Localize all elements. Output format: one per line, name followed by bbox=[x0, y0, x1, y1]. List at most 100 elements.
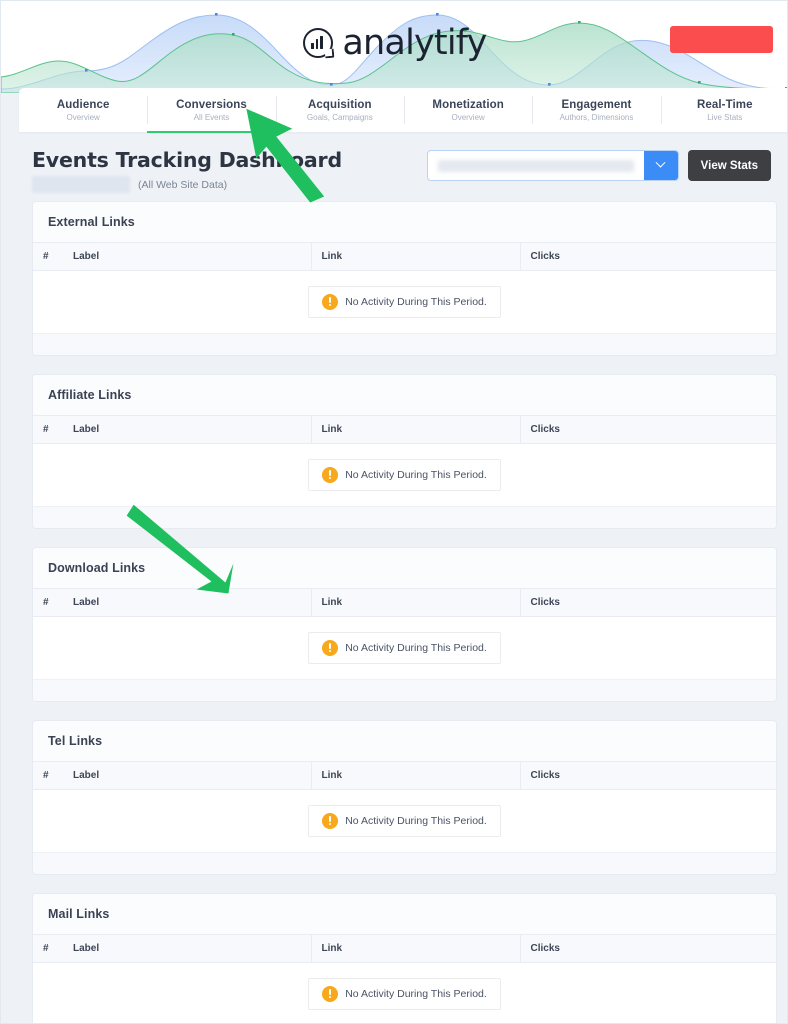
view-stats-button[interactable]: View Stats bbox=[687, 150, 771, 181]
tab-audience[interactable]: Audience Overview bbox=[19, 88, 147, 132]
card-tel-links-footer bbox=[33, 852, 776, 874]
card-tel-links-header: Tel Links bbox=[33, 721, 776, 762]
card-affiliate-links-footer bbox=[33, 506, 776, 528]
empty-state-message: No Activity During This Period. bbox=[345, 295, 487, 308]
column-header-label: Label bbox=[63, 935, 312, 963]
card-tel-links: Tel Links # Label Link Clicks No Activit bbox=[32, 720, 777, 875]
tab-conversions-title: Conversions bbox=[176, 98, 247, 111]
tab-audience-subtitle: Overview bbox=[66, 112, 100, 122]
affiliate-links-table: # Label Link Clicks No Activity During T… bbox=[33, 416, 776, 506]
logo-wordmark: analytify bbox=[342, 23, 487, 63]
profile-select-value[interactable] bbox=[428, 151, 644, 180]
tab-conversions-subtitle: All Events bbox=[193, 112, 230, 122]
table-empty-row: No Activity During This Period. bbox=[33, 962, 776, 1023]
card-download-links-footer bbox=[33, 679, 776, 701]
table-empty-row: No Activity During This Period. bbox=[33, 443, 776, 506]
analytify-circle-barchart-icon bbox=[303, 28, 335, 59]
hero-banner: analytify bbox=[1, 1, 787, 93]
tab-real-time-subtitle: Live Stats bbox=[707, 112, 743, 122]
column-header-label: Label bbox=[63, 762, 312, 790]
column-header-link: Link bbox=[311, 416, 521, 444]
card-external-links-header: External Links bbox=[33, 202, 776, 243]
profile-select-value-redacted bbox=[437, 159, 634, 172]
events-cards-list: External Links # Label Link Clicks No Ac bbox=[20, 201, 787, 1023]
warning-exclamation-icon bbox=[322, 812, 339, 829]
card-tel-links-title: Tel Links bbox=[48, 734, 103, 748]
tab-acquisition-title: Acquisition bbox=[307, 98, 372, 111]
tab-acquisition[interactable]: Acquisition Goals, Campaigns bbox=[275, 88, 404, 132]
card-download-links-header: Download Links bbox=[33, 548, 776, 589]
card-affiliate-links: Affiliate Links # Label Link Clicks No A bbox=[32, 374, 777, 529]
warning-exclamation-icon bbox=[322, 639, 339, 656]
tab-audience-title: Audience bbox=[56, 98, 110, 111]
tab-engagement-title: Engagement bbox=[561, 98, 632, 111]
card-affiliate-links-header: Affiliate Links bbox=[33, 375, 776, 416]
table-header-row: # Label Link Clicks bbox=[33, 243, 776, 271]
tab-monetization[interactable]: Monetization Overview bbox=[403, 88, 532, 132]
table-header-row: # Label Link Clicks bbox=[33, 416, 776, 444]
empty-state-message: No Activity During This Period. bbox=[345, 987, 487, 1000]
column-header-index: # bbox=[33, 589, 63, 617]
empty-state-pill: No Activity During This Period. bbox=[308, 977, 501, 1010]
empty-state-message: No Activity During This Period. bbox=[345, 641, 487, 654]
card-mail-links-title: Mail Links bbox=[48, 907, 110, 921]
card-mail-links: Mail Links # Label Link Clicks No Activi bbox=[32, 893, 777, 1023]
dashboard-header-row: Events Tracking Dashboard (All Web Site … bbox=[20, 132, 787, 201]
chevron-down-icon bbox=[655, 157, 666, 168]
tab-real-time[interactable]: Real-Time Live Stats bbox=[660, 88, 787, 132]
column-header-index: # bbox=[33, 762, 63, 790]
table-header-row: # Label Link Clicks bbox=[33, 762, 776, 790]
tel-links-table: # Label Link Clicks No Activity During T… bbox=[33, 762, 776, 852]
column-header-index: # bbox=[33, 416, 63, 444]
column-header-index: # bbox=[33, 243, 63, 271]
warning-exclamation-icon bbox=[322, 985, 339, 1002]
table-header-row: # Label Link Clicks bbox=[33, 935, 776, 963]
warning-exclamation-icon bbox=[322, 466, 339, 483]
tab-engagement[interactable]: Engagement Authors, Dimensions bbox=[532, 88, 660, 132]
warning-exclamation-icon bbox=[322, 293, 339, 310]
tab-conversions[interactable]: Conversions All Events bbox=[147, 88, 276, 133]
column-header-link: Link bbox=[311, 762, 521, 790]
analytify-dashboard-page: analytify Audience Overview Conversions … bbox=[0, 0, 788, 1024]
mail-links-table: # Label Link Clicks No Activity During T… bbox=[33, 935, 776, 1023]
column-header-clicks: Clicks bbox=[520, 762, 776, 790]
column-header-index: # bbox=[33, 935, 63, 963]
card-external-links: External Links # Label Link Clicks No Ac bbox=[32, 201, 777, 356]
main-navigation: Audience Overview Conversions All Events… bbox=[19, 88, 787, 133]
dashboard-controls: View Stats bbox=[426, 150, 771, 181]
column-header-link: Link bbox=[311, 935, 521, 963]
tab-engagement-subtitle: Authors, Dimensions bbox=[559, 112, 634, 122]
table-empty-row: No Activity During This Period. bbox=[33, 789, 776, 852]
profile-select[interactable] bbox=[426, 150, 679, 181]
card-external-links-title: External Links bbox=[48, 215, 135, 229]
card-download-links-title: Download Links bbox=[48, 561, 146, 575]
table-empty-row: No Activity During This Period. bbox=[33, 270, 776, 333]
download-links-table: # Label Link Clicks No Activity During T… bbox=[33, 589, 776, 679]
table-empty-row: No Activity During This Period. bbox=[33, 616, 776, 679]
profile-select-toggle[interactable] bbox=[643, 151, 678, 180]
empty-state-pill: No Activity During This Period. bbox=[308, 631, 501, 664]
card-external-links-footer bbox=[33, 333, 776, 355]
tab-monetization-title: Monetization bbox=[432, 98, 504, 111]
column-header-clicks: Clicks bbox=[520, 935, 776, 963]
tab-acquisition-subtitle: Goals, Campaigns bbox=[306, 112, 373, 122]
column-header-label: Label bbox=[63, 589, 312, 617]
card-affiliate-links-title: Affiliate Links bbox=[48, 388, 132, 402]
redaction-overlay bbox=[670, 26, 773, 53]
tab-real-time-title: Real-Time bbox=[696, 98, 753, 111]
empty-state-message: No Activity During This Period. bbox=[345, 814, 487, 827]
card-mail-links-header: Mail Links bbox=[33, 894, 776, 935]
column-header-label: Label bbox=[63, 416, 312, 444]
column-header-link: Link bbox=[311, 589, 521, 617]
card-download-links: Download Links # Label Link Clicks No Ac bbox=[32, 547, 777, 702]
column-header-clicks: Clicks bbox=[520, 589, 776, 617]
column-header-clicks: Clicks bbox=[520, 416, 776, 444]
table-header-row: # Label Link Clicks bbox=[33, 589, 776, 617]
empty-state-pill: No Activity During This Period. bbox=[308, 804, 501, 837]
empty-state-pill: No Activity During This Period. bbox=[308, 458, 501, 491]
column-header-link: Link bbox=[311, 243, 521, 271]
view-scope-label: (All Web Site Data) bbox=[138, 178, 228, 191]
column-header-clicks: Clicks bbox=[520, 243, 776, 271]
external-links-table: # Label Link Clicks No Activity During T… bbox=[33, 243, 776, 333]
property-name-redacted bbox=[32, 176, 130, 193]
